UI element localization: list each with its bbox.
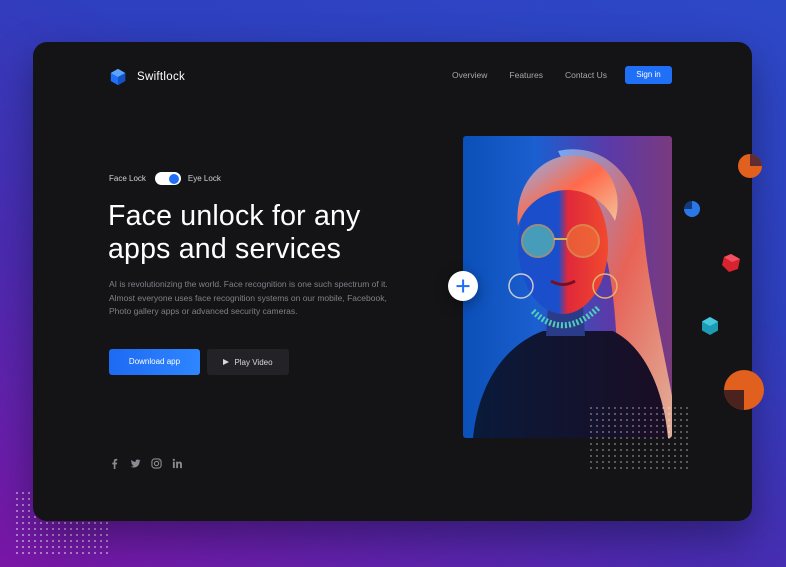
nav-link-features[interactable]: Features xyxy=(509,70,543,80)
top-nav: Overview Features Contact Us Sign in xyxy=(452,66,672,84)
add-button[interactable] xyxy=(448,271,478,301)
brand-name: Swiftlock xyxy=(137,71,186,83)
dot-grid-right xyxy=(588,405,688,473)
brand[interactable]: Swiftlock xyxy=(109,68,185,86)
play-video-button[interactable]: Play Video xyxy=(207,349,289,375)
nav-link-contact-us[interactable]: Contact Us xyxy=(565,70,607,80)
hero-title: Face unlock for any apps and services xyxy=(108,200,361,265)
social-links xyxy=(109,458,183,469)
orange-sphere-decoration-bottom xyxy=(724,370,764,410)
linkedin-icon[interactable] xyxy=(172,458,183,469)
toggle-label-face-lock: Face Lock xyxy=(109,174,146,183)
teal-hexagon-decoration xyxy=(702,317,718,335)
sign-in-button[interactable]: Sign in xyxy=(625,66,672,84)
play-video-label: Play Video xyxy=(234,357,273,367)
facebook-icon[interactable] xyxy=(109,458,120,469)
red-cube-decoration xyxy=(722,254,740,272)
twitter-icon[interactable] xyxy=(130,458,141,469)
lock-mode-toggle[interactable] xyxy=(154,172,181,185)
toggle-label-eye-lock: Eye Lock xyxy=(187,174,221,183)
play-icon xyxy=(223,359,230,365)
portrait-illustration xyxy=(473,149,672,438)
toggle-knob xyxy=(169,173,180,184)
orange-sphere-decoration-top xyxy=(738,154,762,178)
instagram-icon[interactable] xyxy=(151,458,162,469)
hero-photo xyxy=(463,136,672,438)
nav-link-overview[interactable]: Overview xyxy=(452,70,487,80)
blue-sphere-decoration xyxy=(684,201,700,217)
download-app-button[interactable]: Download app xyxy=(109,349,200,375)
hexagon-logo-icon xyxy=(110,68,126,86)
hero-description: AI is revolutionizing the world. Face re… xyxy=(109,279,388,316)
lock-mode-toggle-row: Face Lock Eye Lock xyxy=(109,172,221,185)
